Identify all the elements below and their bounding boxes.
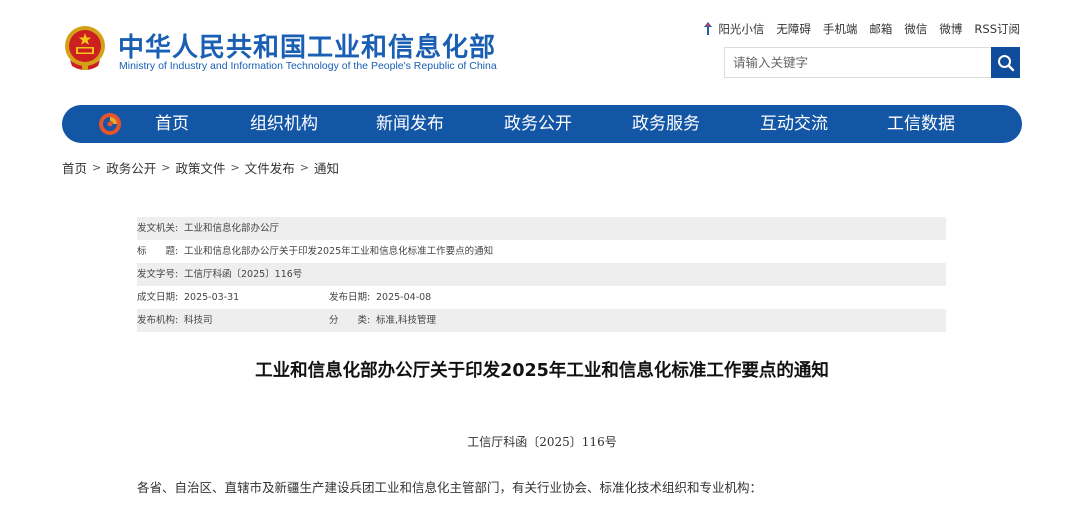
site-title[interactable]: 中华人民共和国工业和信息化部: [118, 27, 496, 64]
main-nav: 首页 组织机构 新闻发布 政务公开 政务服务 互动交流 工信数据: [62, 105, 1022, 143]
breadcrumb-gov-affairs[interactable]: 政务公开: [106, 158, 156, 177]
breadcrumb: 首页 > 政务公开 > 政策文件 > 文件发布 > 通知: [62, 158, 339, 177]
toplink-mail[interactable]: 邮箱: [869, 21, 892, 37]
breadcrumb-separator: >: [92, 161, 102, 174]
breadcrumb-notice[interactable]: 通知: [314, 158, 339, 177]
info-row-agency: 发布机构: 科技司 分 类: 标准,科技管理: [137, 309, 946, 332]
info-label: 发文字号:: [137, 269, 179, 280]
info-value: 2025-04-08: [376, 292, 432, 303]
article-doc-number: 工信厅科函〔2025〕116号: [467, 435, 617, 449]
info-value: 工业和信息化部办公厅: [184, 223, 280, 234]
breadcrumb-home[interactable]: 首页: [62, 158, 87, 177]
top-links: 阳光小信 无障碍 手机端 邮箱 微信 微博 RSS订阅: [703, 21, 1020, 37]
breadcrumb-separator: >: [161, 161, 171, 174]
info-row-docno: 发文字号: 工信厅科函〔2025〕116号: [137, 263, 946, 286]
info-label: 成文日期:: [137, 292, 179, 303]
article-title: 工业和信息化部办公厅关于印发2025年工业和信息化标准工作要点的通知: [255, 361, 829, 381]
info-row-dates: 成文日期: 2025-03-31 发布日期: 2025-04-08: [137, 286, 946, 309]
toplink-weibo[interactable]: 微博: [939, 21, 962, 37]
info-value: 工信厅科函〔2025〕116号: [184, 269, 303, 280]
nav-gov-affairs[interactable]: 政务公开: [504, 105, 572, 143]
breadcrumb-policy[interactable]: 政策文件: [175, 158, 225, 177]
ministry-logo-icon[interactable]: [98, 112, 122, 136]
national-emblem-icon[interactable]: [62, 24, 108, 74]
search-button[interactable]: [991, 47, 1020, 78]
toplink-wechat[interactable]: 微信: [904, 21, 927, 37]
search-input[interactable]: [725, 48, 992, 77]
nav-organization[interactable]: 组织机构: [250, 105, 318, 143]
info-label: 发文机关:: [137, 223, 179, 234]
info-label: 分 类:: [329, 315, 371, 326]
site-subtitle: Ministry of Industry and Information Tec…: [119, 60, 497, 72]
site-header: 中华人民共和国工业和信息化部 Ministry of Industry and …: [0, 0, 1080, 100]
article-salutation: 各省、自治区、直辖市及新疆生产建设兵团工业和信息化主管部门，有关行业协会、标准化…: [137, 480, 763, 495]
info-row-title: 标 题: 工业和信息化部办公厅关于印发2025年工业和信息化标准工作要点的通知: [137, 240, 946, 263]
nav-gov-services[interactable]: 政务服务: [632, 105, 700, 143]
breadcrumb-separator: >: [230, 161, 240, 174]
info-label: 发布日期:: [329, 292, 371, 303]
toplink-rss[interactable]: RSS订阅: [974, 21, 1020, 37]
breadcrumb-file-release[interactable]: 文件发布: [245, 158, 295, 177]
breadcrumb-separator: >: [299, 161, 309, 174]
nav-home[interactable]: 首页: [155, 105, 189, 143]
search-box: [724, 47, 992, 78]
nav-news[interactable]: 新闻发布: [376, 105, 444, 143]
lamp-icon: [704, 22, 713, 35]
info-value: 标准,科技管理: [376, 315, 437, 326]
info-value: 科技司: [184, 315, 213, 326]
document-info-table: 发文机关: 工业和信息化部办公厅 标 题: 工业和信息化部办公厅关于印发2025…: [137, 217, 946, 332]
toplink-label: 阳光小信: [718, 22, 765, 36]
info-label: 发布机构:: [137, 315, 179, 326]
info-row-issuer: 发文机关: 工业和信息化部办公厅: [137, 217, 946, 240]
toplink-accessibility[interactable]: 无障碍: [776, 21, 811, 37]
info-value: 2025-03-31: [184, 292, 240, 303]
nav-interaction[interactable]: 互动交流: [760, 105, 828, 143]
search-icon: [997, 54, 1014, 71]
info-label: 标 题:: [137, 246, 179, 257]
nav-data[interactable]: 工信数据: [887, 105, 955, 143]
toplink-sunshine[interactable]: 阳光小信: [703, 21, 764, 37]
info-value: 工业和信息化部办公厅关于印发2025年工业和信息化标准工作要点的通知: [184, 246, 494, 257]
toplink-mobile[interactable]: 手机端: [823, 21, 858, 37]
